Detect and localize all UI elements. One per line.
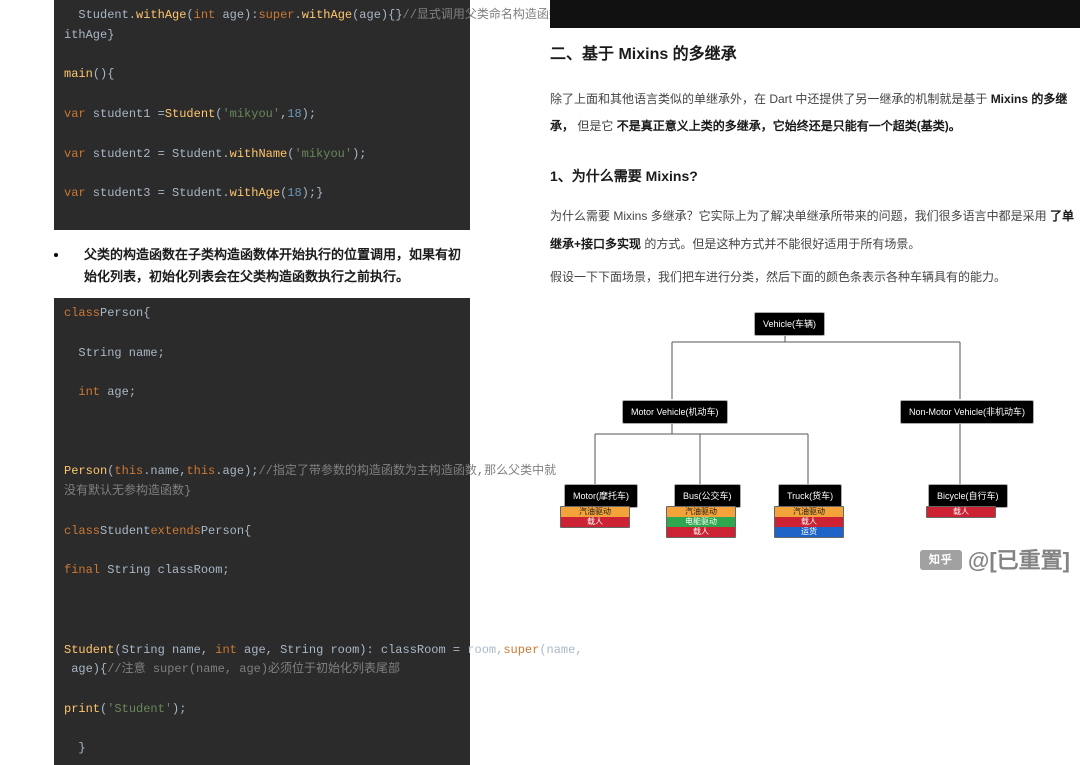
section-heading: 二、基于 Mixins 的多继承 — [550, 42, 1080, 68]
ability-stack-bicycle: 载人 — [926, 506, 996, 518]
watermark: 知乎 @[已重置] — [920, 543, 1070, 578]
ability-row: 载人 — [561, 517, 629, 527]
ability-row: 载人 — [775, 517, 843, 527]
paragraph-1: 除了上面和其他语言类似的单继承外，在 Dart 中还提供了另一继承的机制就是基于… — [550, 86, 1080, 141]
node-motor-vehicle: Motor Vehicle(机动车) — [622, 400, 728, 424]
vehicle-diagram: Vehicle(车辆) Motor Vehicle(机动车) Non-Motor… — [550, 304, 1070, 546]
code-block-2: classPerson{ String name; int age; Perso… — [54, 298, 470, 765]
ability-row: 载人 — [667, 527, 735, 537]
node-bus: Bus(公交车) — [674, 484, 741, 508]
ability-row: 汽油驱动 — [667, 507, 735, 517]
ability-stack-truck: 汽油驱动 载人 运货 — [774, 506, 844, 538]
p2-post: 的方式。但是这种方式并不能很好适用于所有场景。 — [644, 237, 920, 251]
code-block-1: Student.withAge(int age):super.withAge(a… — [54, 0, 470, 230]
redacted-bar — [550, 0, 1080, 28]
ability-row: 载人 — [927, 507, 995, 517]
bullet-text: 父类的构造函数在子类构造函数体开始执行的位置调用，如果有初始化列表，初始化列表会… — [84, 244, 470, 288]
watermark-text: @[已重置] — [968, 543, 1070, 578]
right-column: 二、基于 Mixins 的多继承 除了上面和其他语言类似的单继承外，在 Dart… — [550, 0, 1080, 606]
paragraph-3: 假设一下下面场景，我们把车进行分类，然后下面的颜色条表示各种车辆具有的能力。 — [550, 264, 1080, 292]
paragraph-2: 为什么需要 Mixins 多继承？它实际上为了解决单继承所带来的问题，我们很多语… — [550, 203, 1080, 258]
bullet-item: 父类的构造函数在子类构造函数体开始执行的位置调用，如果有初始化列表，初始化列表会… — [54, 230, 470, 298]
p1-text: 除了上面和其他语言类似的单继承外，在 Dart 中还提供了另一继承的机制就是基于 — [550, 92, 991, 106]
p2-text: 为什么需要 Mixins 多继承？它实际上为了解决单继承所带来的问题，我们很多语… — [550, 209, 1047, 223]
left-column: Student.withAge(int age):super.withAge(a… — [0, 0, 470, 606]
zhihu-logo-icon: 知乎 — [920, 550, 962, 570]
ability-row: 汽油驱动 — [561, 507, 629, 517]
node-bicycle: Bicycle(自行车) — [928, 484, 1008, 508]
node-root: Vehicle(车辆) — [754, 312, 825, 336]
subsection-heading: 1、为什么需要 Mixins? — [550, 165, 1080, 187]
bullet-dot-icon — [54, 253, 58, 257]
p1-bold-2: 不是真正意义上类的多继承，它始终还是只能有一个超类(基类)。 — [617, 119, 961, 133]
p1-mid: 但是它 — [577, 119, 613, 133]
node-motor: Motor(摩托车) — [564, 484, 638, 508]
ability-stack-bus: 汽油驱动 电能驱动 载人 — [666, 506, 736, 538]
ability-row: 电能驱动 — [667, 517, 735, 527]
ability-stack-motor: 汽油驱动 载人 — [560, 506, 630, 528]
node-truck: Truck(货车) — [778, 484, 842, 508]
ability-row: 汽油驱动 — [775, 507, 843, 517]
node-non-motor-vehicle: Non-Motor Vehicle(非机动车) — [900, 400, 1034, 424]
ability-row: 运货 — [775, 527, 843, 537]
